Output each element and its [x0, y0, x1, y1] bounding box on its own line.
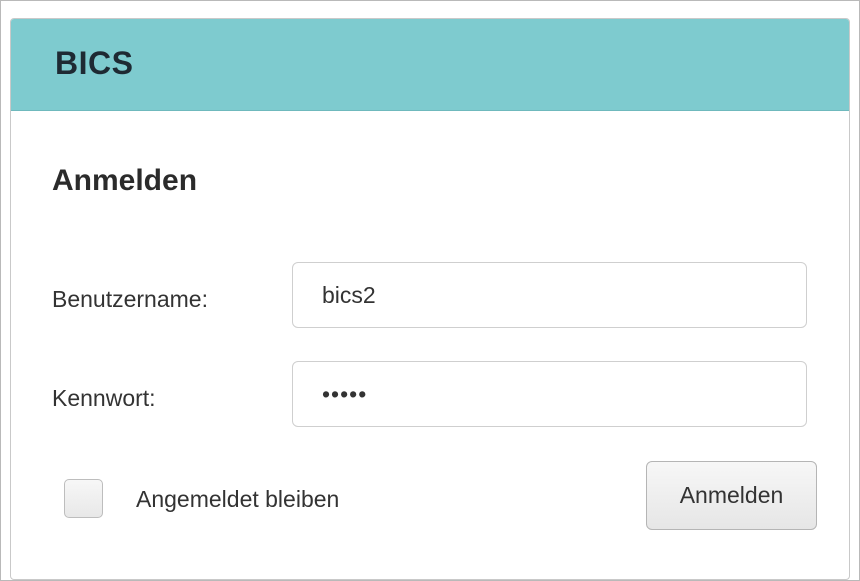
- password-label: Kennwort:: [52, 385, 156, 411]
- login-button[interactable]: Anmelden: [646, 461, 817, 530]
- app-title: BICS: [55, 45, 134, 81]
- panel-header: BICS: [11, 19, 849, 111]
- login-panel: BICS Anmelden Benutzername: Kennwort: An…: [10, 18, 850, 580]
- username-label: Benutzername:: [52, 286, 208, 312]
- password-input[interactable]: [292, 361, 807, 427]
- window-frame: BICS Anmelden Benutzername: Kennwort: An…: [0, 0, 860, 581]
- login-heading: Anmelden: [52, 164, 198, 197]
- remember-me-checkbox[interactable]: [64, 479, 103, 518]
- username-input[interactable]: [292, 262, 807, 328]
- remember-me-label[interactable]: Angemeldet bleiben: [136, 486, 339, 513]
